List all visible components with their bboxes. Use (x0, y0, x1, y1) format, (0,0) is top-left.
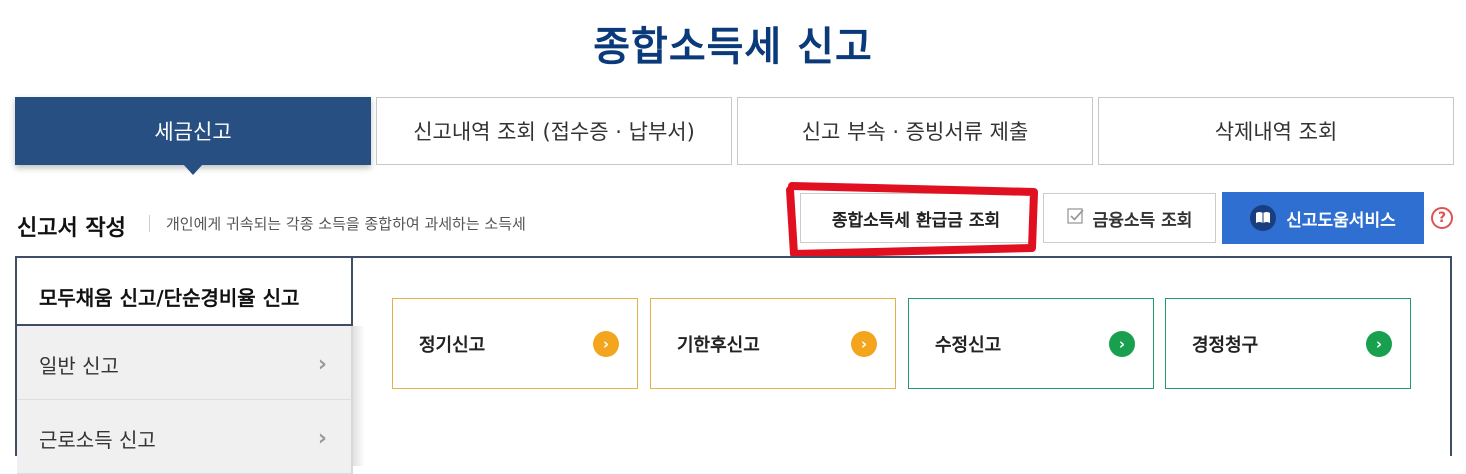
card-label: 정기신고 (419, 334, 486, 356)
tab-tax-filing[interactable]: 세금신고 (15, 97, 371, 175)
book-icon (1250, 205, 1277, 231)
help-service-label: 신고도움서비스 (1286, 210, 1396, 231)
arrow-circle-icon: › (593, 330, 619, 357)
financial-income-label: 금융소득 조회 (1092, 210, 1193, 231)
section-description: 개인에게 귀속되는 각종 소득을 종합하여 과세하는 소득세 (166, 215, 526, 233)
card-amended-filing[interactable]: 수정신고 › (908, 298, 1154, 389)
sidebar-item-general[interactable]: 일반 신고 › (17, 326, 353, 400)
sidebar-item-earned-income[interactable]: 근로소득 신고 › (17, 400, 353, 474)
sidebar-shadow (353, 326, 365, 466)
question-icon[interactable]: ? (1431, 207, 1453, 229)
card-label: 수정신고 (935, 334, 1002, 356)
page-title: 종합소득세 신고 (593, 24, 873, 70)
arrow-circle-icon: › (851, 330, 877, 357)
section-title: 신고서 작성 (17, 216, 126, 241)
arrow-circle-icon: › (1109, 330, 1135, 357)
refund-inquiry-button[interactable]: 종합소득세 환급금 조회 (800, 193, 1032, 243)
card-regular-filing[interactable]: 정기신고 › (392, 298, 638, 389)
sidebar-item-label: 일반 신고 (39, 354, 119, 378)
chevron-right-icon: › (317, 352, 327, 377)
card-late-filing[interactable]: 기한후신고 › (650, 298, 896, 389)
card-correction-claim[interactable]: 경정청구 › (1165, 298, 1411, 389)
chevron-right-icon: › (317, 426, 327, 451)
card-label: 경정청구 (1192, 334, 1259, 356)
arrow-circle-icon: › (1366, 330, 1392, 357)
financial-income-button[interactable]: 금융소득 조회 (1043, 193, 1216, 243)
help-service-button[interactable]: 신고도움서비스 (1222, 192, 1424, 244)
tab-filing-history[interactable]: 신고내역 조회 (접수증 · 납부서) (376, 97, 732, 165)
sidebar-item-label: 모두채움 신고/단순경비율 신고 (39, 286, 300, 310)
section-divider (149, 215, 150, 232)
tab-document-submission[interactable]: 신고 부속 · 증빙서류 제출 (737, 97, 1093, 165)
refund-inquiry-label: 종합소득세 환급금 조회 (831, 210, 1001, 231)
checkbox-icon (1066, 207, 1085, 230)
sidebar-item-prefilled[interactable]: 모두채움 신고/단순경비율 신고 (17, 258, 353, 326)
card-label: 기한후신고 (677, 334, 760, 356)
sidebar-item-label: 근로소득 신고 (39, 428, 156, 452)
tab-deleted-history[interactable]: 삭제내역 조회 (1098, 97, 1454, 165)
